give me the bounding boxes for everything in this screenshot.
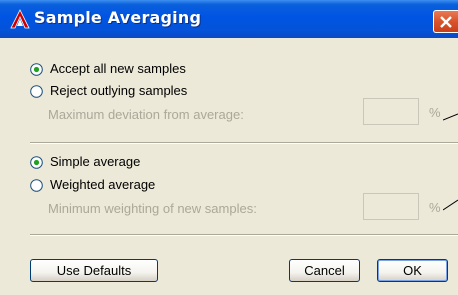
leader-line (443, 113, 458, 121)
radio-selected-icon (33, 66, 40, 73)
leader-line (443, 199, 458, 211)
simple-average-label[interactable]: Simple average (50, 154, 140, 169)
reject-outlying-radio[interactable] (30, 85, 43, 98)
max-deviation-unit: % (429, 105, 441, 120)
simple-average-radio[interactable] (30, 156, 43, 169)
accept-all-label[interactable]: Accept all new samples (50, 61, 186, 76)
separator (30, 142, 458, 144)
close-icon (440, 16, 452, 28)
close-button[interactable] (433, 10, 458, 33)
reject-outlying-label[interactable]: Reject outlying samples (50, 83, 187, 98)
sample-averaging-dialog: Sample Averaging Accept all new samples … (0, 0, 458, 295)
max-deviation-input[interactable] (363, 98, 419, 125)
min-weighting-label: Minimum weighting of new samples: (48, 201, 257, 216)
radio-selected-icon (33, 159, 40, 166)
min-weighting-unit: % (429, 200, 441, 215)
cancel-button[interactable]: Cancel (289, 259, 360, 282)
radio-unselected-icon (30, 85, 43, 98)
title-bar[interactable]: Sample Averaging (0, 0, 458, 38)
use-defaults-button[interactable]: Use Defaults (30, 259, 158, 282)
weighted-average-label[interactable]: Weighted average (50, 177, 155, 192)
weighted-average-radio[interactable] (30, 179, 43, 192)
accept-all-radio[interactable] (30, 63, 43, 76)
radio-unselected-icon (30, 179, 43, 192)
window-title: Sample Averaging (34, 8, 202, 27)
max-deviation-label: Maximum deviation from average: (48, 107, 244, 122)
separator (30, 234, 458, 236)
autodesk-a-icon (10, 9, 30, 29)
ok-button[interactable]: OK (377, 259, 448, 282)
min-weighting-input[interactable] (363, 193, 419, 220)
